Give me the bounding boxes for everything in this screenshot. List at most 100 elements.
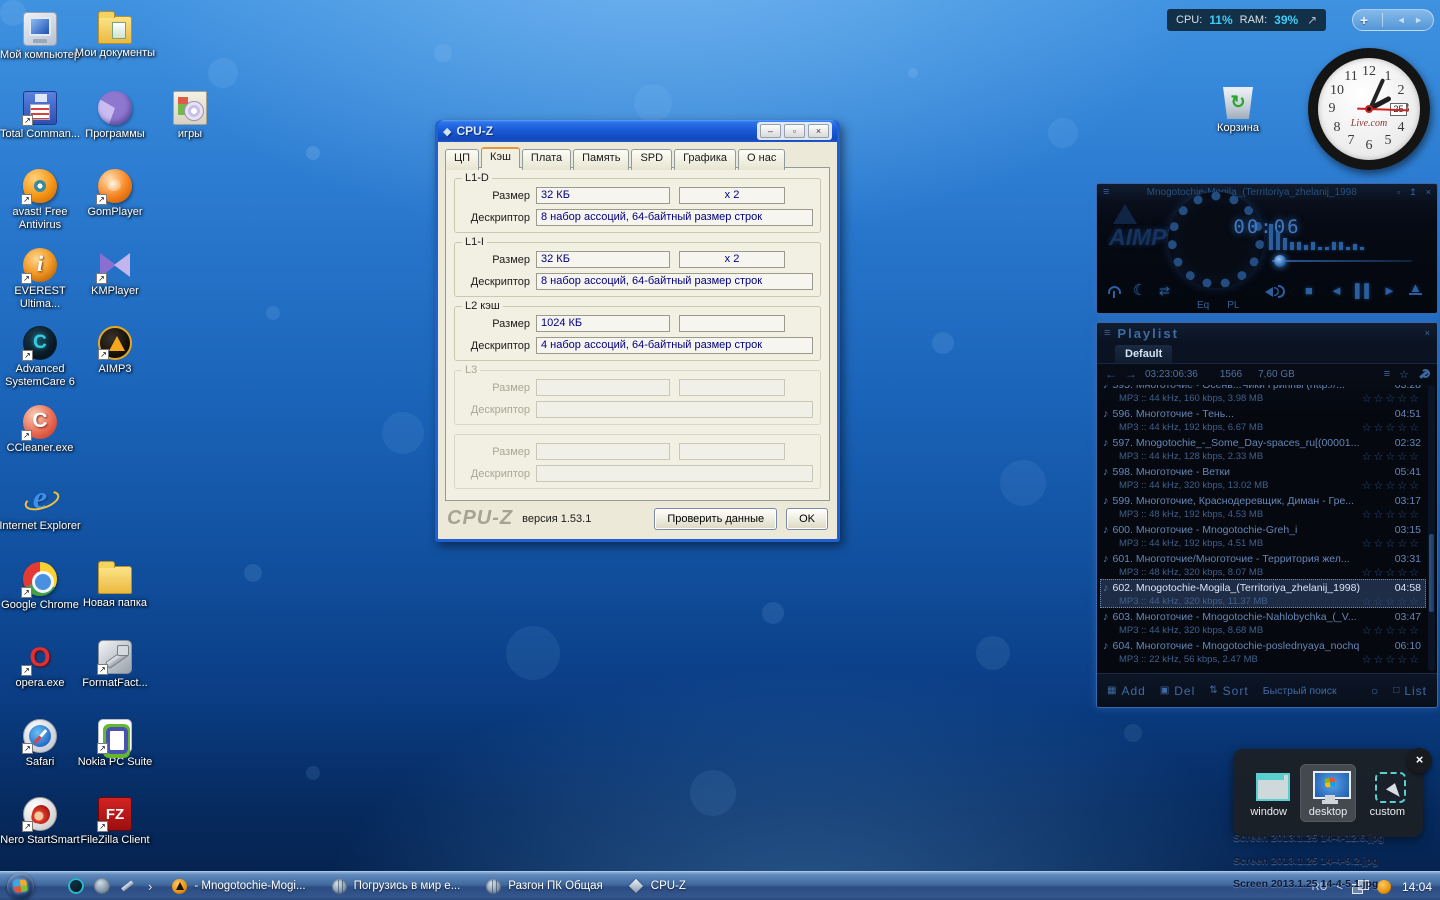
- add-gadget-button[interactable]: +: [1360, 12, 1368, 28]
- desktop-icon[interactable]: ↗ Nokia PC Suite: [79, 719, 151, 769]
- playlist-track[interactable]: ♪ 604. Многоточие - Mnogotochie-posledny…: [1100, 637, 1426, 666]
- pause-button[interactable]: ▌▌: [1355, 283, 1373, 298]
- tools-quicklaunch-icon[interactable]: [120, 878, 136, 894]
- cache-count-field[interactable]: [679, 379, 785, 396]
- cache-count-field[interactable]: [679, 315, 785, 332]
- cache-descriptor-field[interactable]: [536, 401, 813, 418]
- playlist-menu-icon[interactable]: ≡: [1104, 327, 1110, 339]
- previous-track-button[interactable]: ◄: [1330, 283, 1343, 298]
- screenshot-filename[interactable]: Screen 2013.1.25 14-4-9.2.jpg: [1233, 855, 1384, 867]
- desktop-icon[interactable]: ↗ Мои документы: [79, 12, 151, 60]
- cache-size-field[interactable]: [536, 443, 670, 460]
- seek-slider[interactable]: [1272, 260, 1412, 262]
- cache-descriptor-field[interactable]: 4 набор ассоций, 64-байтный размер строк: [536, 337, 813, 354]
- pl-button[interactable]: PL: [1227, 300, 1239, 311]
- cpuz-tab[interactable]: Плата: [522, 149, 571, 170]
- track-rating-stars[interactable]: ☆☆☆☆☆: [1362, 392, 1421, 405]
- gadget-nav-buttons[interactable]: ◄ ►: [1397, 15, 1426, 25]
- track-rating-stars[interactable]: ☆☆☆☆☆: [1362, 537, 1421, 550]
- track-rating-stars[interactable]: ☆☆☆☆☆: [1362, 566, 1421, 579]
- playlist-close-button[interactable]: ×: [1425, 328, 1430, 338]
- track-rating-stars[interactable]: ☆☆☆☆☆: [1362, 595, 1421, 608]
- taskbar-task-button[interactable]: CPU-Z: [629, 879, 686, 894]
- track-rating-stars[interactable]: ☆☆☆☆☆: [1362, 450, 1421, 463]
- desktop-icon[interactable]: ↗ FileZilla Client: [79, 797, 151, 847]
- desktop-icon-recycle-bin[interactable]: ↻ Корзина: [1202, 85, 1274, 135]
- cache-size-field[interactable]: 32 КБ: [536, 251, 670, 268]
- track-rating-stars[interactable]: ☆☆☆☆☆: [1362, 421, 1421, 434]
- desktop-icon[interactable]: ↗ Advanced SystemCare 6: [4, 326, 76, 389]
- cpuz-tab[interactable]: Графика: [674, 149, 736, 170]
- cpuz-tab[interactable]: Кэш: [481, 147, 520, 168]
- screenshot-panel-close-button[interactable]: ×: [1407, 748, 1432, 773]
- desktop-icon[interactable]: ↗ CCleaner.exe: [4, 405, 76, 455]
- next-track-button[interactable]: ►: [1383, 283, 1396, 298]
- desktop-icon[interactable]: ↗ avast! Free Antivirus: [4, 169, 76, 232]
- desktop-icon[interactable]: ↗ Total Comman...: [4, 91, 76, 141]
- aimp-menu-icon[interactable]: ≡: [1103, 186, 1109, 198]
- sleep-timer-icon[interactable]: ☾: [1133, 281, 1146, 299]
- cpuz-tab[interactable]: ЦП: [445, 149, 479, 170]
- playlist-tab-default[interactable]: Default: [1115, 345, 1172, 363]
- expand-monitor-icon[interactable]: ↗: [1307, 13, 1317, 27]
- start-button[interactable]: [7, 873, 34, 900]
- desktop-icon[interactable]: ↗ Новая папка: [79, 562, 151, 610]
- quick-search-button[interactable]: Быстрый поиск: [1263, 685, 1337, 697]
- desktop-icon[interactable]: ↗ EVEREST Ultima...: [4, 248, 76, 311]
- screenshot-filename[interactable]: Screen 2013.1.25 14-4-12.6.jpg: [1233, 832, 1384, 844]
- desktop-icon[interactable]: ↗ Nero StartSmart: [4, 797, 76, 847]
- minimize-button[interactable]: –: [760, 124, 781, 138]
- playlist-track[interactable]: ♪ 598. Многоточие - Ветки 05:41 MP3 :: 4…: [1100, 463, 1426, 492]
- repeat-icon[interactable]: ○: [1371, 684, 1379, 698]
- playlist-list-button[interactable]: □ List: [1393, 684, 1427, 698]
- radio-icon[interactable]: [1107, 284, 1123, 298]
- cache-count-field[interactable]: [679, 443, 785, 460]
- track-rating-stars[interactable]: ☆☆☆☆☆: [1362, 479, 1421, 492]
- desktop-icon[interactable]: ↗ opera.exe: [4, 640, 76, 690]
- cpuz-tab[interactable]: Память: [573, 149, 629, 170]
- eq-button[interactable]: Eq: [1197, 300, 1209, 311]
- cache-size-field[interactable]: 32 КБ: [536, 187, 670, 204]
- rating-icon[interactable]: ☆: [1399, 368, 1409, 381]
- systemcare-quicklaunch-icon[interactable]: [68, 878, 84, 894]
- cache-descriptor-field[interactable]: 8 набор ассоций, 64-байтный размер строк: [536, 273, 813, 290]
- jump-forward-icon[interactable]: →: [1125, 367, 1137, 381]
- seek-knob[interactable]: [1274, 255, 1286, 267]
- aimp-maximize-button[interactable]: ▫: [1397, 187, 1400, 197]
- playlist-track[interactable]: ♪ 597. Mnogotochie_-_Some_Day-spaces_ru[…: [1100, 434, 1426, 463]
- playlist-header[interactable]: ≡ Playlist ×: [1097, 323, 1437, 343]
- taskbar-task-button[interactable]: Разгон ПК Общая: [486, 879, 603, 894]
- capture-option[interactable]: desktop: [1300, 764, 1356, 822]
- browser-quicklaunch-icon[interactable]: [94, 878, 110, 894]
- jump-back-icon[interactable]: ←: [1105, 367, 1117, 381]
- playlist-track[interactable]: ♪ 602. Mnogotochie-Mogila_(Territoriya_z…: [1100, 579, 1426, 608]
- playlist-sort-button[interactable]: ⇅ Sort: [1209, 684, 1248, 698]
- taskbar-task-button[interactable]: Погрузись в мир е...: [332, 879, 461, 894]
- playlist-delete-button[interactable]: ▣ Del: [1160, 684, 1195, 698]
- desktop-icon[interactable]: ↗ FormatFact...: [79, 640, 151, 690]
- playlist-track[interactable]: ♪ 596. Многоточие - Тень... 04:51 MP3 ::…: [1100, 405, 1426, 434]
- aimp-close-button[interactable]: ×: [1426, 187, 1431, 197]
- aimp-titlebar[interactable]: ≡ Mnogotochie-Mogila_(Territoriya_zhelan…: [1097, 184, 1437, 200]
- playlist-track[interactable]: ♪ 601. Многоточие/Многоточие - Территори…: [1100, 550, 1426, 579]
- screenshot-filename[interactable]: Screen 2013.1.25 14-4-5.1.jpg: [1233, 878, 1384, 890]
- playlist-scrollbar-thumb[interactable]: [1429, 534, 1434, 612]
- cache-descriptor-field[interactable]: [536, 465, 813, 482]
- track-rating-stars[interactable]: ☆☆☆☆☆: [1362, 653, 1421, 666]
- desktop-icon[interactable]: ↗ KMPlayer: [79, 248, 151, 298]
- quicklaunch-expand-icon[interactable]: ›: [148, 879, 152, 894]
- ok-button[interactable]: OK: [786, 508, 828, 530]
- desktop-icon[interactable]: ↗ Программы: [79, 91, 151, 141]
- verify-data-button[interactable]: Проверить данные: [654, 508, 777, 530]
- taskbar-task-button[interactable]: - Mnogotochie-Mogi...: [172, 879, 305, 894]
- desktop-icon[interactable]: ↗ Safari: [4, 719, 76, 769]
- playlist-track[interactable]: ♪ 599. Многоточие, Краснодеревщик, Диман…: [1100, 492, 1426, 521]
- playlist-track[interactable]: ♪ 600. Многоточие - Mnogotochie-Greh_i 0…: [1100, 521, 1426, 550]
- desktop-icon[interactable]: ↗ Google Chrome: [4, 562, 76, 612]
- desktop-icon[interactable]: ↗ AIMP3: [79, 326, 151, 376]
- cache-size-field[interactable]: [536, 379, 670, 396]
- cpuz-tab[interactable]: SPD: [631, 149, 672, 170]
- playlist-track[interactable]: ♪ 603. Многоточие - Mnogotochie-Nahlobyc…: [1100, 608, 1426, 637]
- cpuz-titlebar[interactable]: ◆ CPU-Z – ▫ ×: [438, 120, 837, 142]
- desktop-icon[interactable]: ↗ Мой компьютер: [4, 12, 76, 62]
